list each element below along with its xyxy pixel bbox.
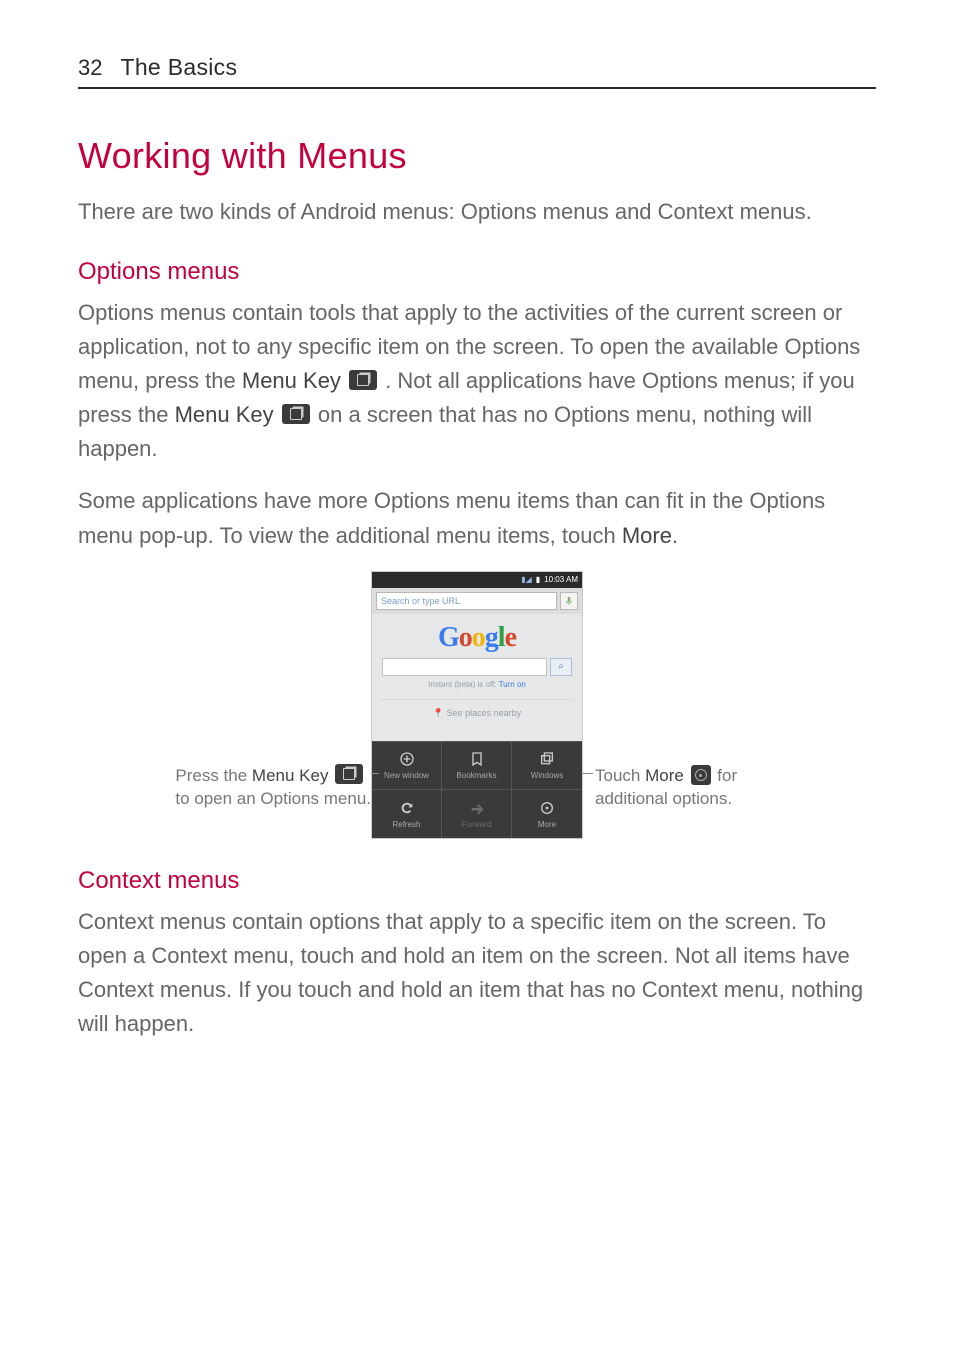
fig-left-a: Press the: [175, 766, 252, 785]
instant-text: Instant (beta) is off: Turn on: [372, 680, 582, 699]
google-search-input[interactable]: [382, 658, 547, 676]
signal-icon: ▮◢: [521, 575, 532, 584]
opt-label: Bookmarks: [456, 771, 496, 780]
option-new-window[interactable]: New window: [372, 742, 442, 790]
figure: Press the Menu Key to open an Options me…: [78, 571, 876, 839]
status-time: 10:03 AM: [544, 575, 578, 584]
page-title: Working with Menus: [78, 135, 876, 177]
fig-left-b: Menu Key: [252, 766, 329, 785]
opt-label: Refresh: [392, 820, 420, 829]
options-paragraph-1: Options menus contain tools that apply t…: [78, 296, 876, 466]
section-name: The Basics: [120, 54, 237, 81]
windows-icon: [538, 750, 556, 768]
url-input[interactable]: Search or type URL: [376, 592, 557, 610]
option-forward[interactable]: Forward: [442, 790, 512, 838]
options-menu-popup: New window Bookmarks Windows Refresh For…: [372, 741, 582, 838]
menu-key-label-2: Menu Key: [175, 402, 274, 427]
more-icon: [691, 765, 711, 785]
fig-left-c: to open an Options menu.: [175, 789, 371, 808]
fig-right-c: for: [717, 766, 737, 785]
instant-turn-on[interactable]: Turn on: [499, 680, 526, 689]
places-label: See places nearby: [447, 708, 522, 718]
opt-label: Forward: [462, 820, 491, 829]
opt-label: More: [538, 820, 556, 829]
status-bar: ▮◢ ▮ 10:03 AM: [372, 572, 582, 588]
menu-key-icon: [335, 764, 363, 784]
figure-caption-right: Touch More for additional options.: [583, 571, 876, 839]
mic-icon[interactable]: [560, 592, 578, 610]
url-bar: Search or type URL: [372, 588, 582, 614]
intro-paragraph: There are two kinds of Android menus: Op…: [78, 195, 876, 228]
figure-caption-left: Press the Menu Key to open an Options me…: [78, 571, 371, 839]
connector-line-icon: [583, 773, 593, 774]
options-paragraph-2: Some applications have more Options menu…: [78, 484, 876, 552]
option-more[interactable]: More: [512, 790, 582, 838]
options-p2-part-b: .: [672, 523, 678, 548]
pin-icon: 📍: [433, 708, 444, 718]
connector-line-icon: [371, 773, 379, 774]
options-menus-heading: Options menus: [78, 258, 876, 286]
bookmark-icon: [468, 750, 486, 768]
page-header: 32 The Basics: [78, 54, 876, 89]
phone-mock: ▮◢ ▮ 10:03 AM Search or type URL Google …: [371, 571, 583, 839]
battery-icon: ▮: [536, 575, 540, 584]
google-search-row: ⌕: [372, 658, 582, 680]
search-button[interactable]: ⌕: [550, 658, 572, 676]
option-refresh[interactable]: Refresh: [372, 790, 442, 838]
menu-key-label-1: Menu Key: [242, 368, 341, 393]
places-nearby[interactable]: 📍 See places nearby: [380, 699, 574, 741]
fig-right-d: additional options.: [595, 789, 732, 808]
search-icon: ⌕: [558, 661, 564, 672]
more-label: More: [622, 523, 672, 548]
opt-label: Windows: [531, 771, 563, 780]
option-bookmarks[interactable]: Bookmarks: [442, 742, 512, 790]
fig-right-b: More: [645, 766, 684, 785]
options-p2-part-a: Some applications have more Options menu…: [78, 488, 825, 547]
forward-icon: [468, 799, 486, 817]
opt-label: New window: [384, 771, 429, 780]
plus-icon: [398, 750, 416, 768]
menu-key-icon: [282, 404, 310, 424]
option-windows[interactable]: Windows: [512, 742, 582, 790]
menu-key-icon: [349, 370, 377, 390]
refresh-icon: [398, 799, 416, 817]
context-paragraph: Context menus contain options that apply…: [78, 905, 876, 1041]
page-number: 32: [78, 55, 102, 81]
instant-a: Instant (beta) is off:: [428, 680, 498, 689]
more-option-icon: [538, 799, 556, 817]
fig-right-a: Touch: [595, 766, 645, 785]
google-logo: Google: [372, 614, 582, 658]
context-menus-heading: Context menus: [78, 867, 876, 895]
